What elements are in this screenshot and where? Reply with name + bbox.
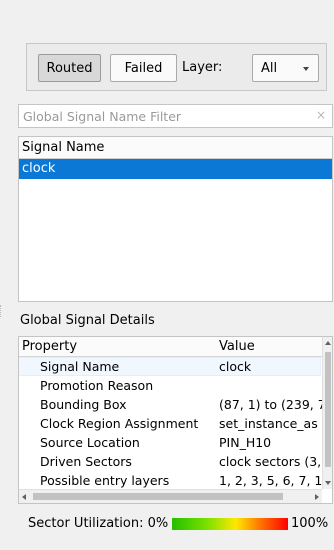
utilization-max-label: 100% [291,516,329,531]
property-cell: Source Location [40,435,140,450]
table-row[interactable]: Possible entry layers 1, 2, 3, 5, 6, 7, … [19,472,330,489]
scroll-up-arrow-icon[interactable] [325,341,331,345]
filter-placeholder: Global Signal Name Filter [23,109,182,124]
signal-name-filter-input[interactable]: Global Signal Name Filter × [18,104,333,128]
chevron-down-icon [303,67,309,71]
routed-button[interactable]: Routed [38,54,101,82]
signal-name-column-header[interactable]: Signal Name [19,137,332,159]
failed-button[interactable]: Failed [110,54,177,82]
property-cell: Clock Region Assignment [40,416,199,431]
route-toolbar: Routed Failed Layer: All [26,43,327,91]
horizontal-scrollbar[interactable] [19,489,322,503]
property-cell: Bounding Box [40,397,127,412]
splitter-handle[interactable] [0,305,6,317]
scroll-right-arrow-icon[interactable] [315,494,319,500]
table-row[interactable]: Driven Sectors clock sectors (3, [19,453,322,470]
value-cell: set_instance_as [219,416,318,431]
details-table: Property Value Signal Name clock Promoti… [18,336,333,504]
utilization-gradient-bar [172,518,288,530]
value-cell: clock [219,359,252,374]
signal-list: Signal Name clock [18,136,333,302]
layer-label: Layer: [182,60,223,75]
signal-row-selected[interactable]: clock [19,159,332,179]
value-cell: clock sectors (3, [219,454,322,469]
property-cell: Possible entry layers [40,473,170,488]
value-cell: PIN_H10 [219,435,272,450]
table-row[interactable]: Source Location PIN_H10 [19,434,320,451]
details-title: Global Signal Details [20,313,155,328]
table-row[interactable]: Bounding Box (87, 1) to (239, 7 [19,396,326,413]
scroll-left-arrow-icon[interactable] [22,494,26,500]
property-cell: Driven Sectors [40,454,132,469]
horizontal-scroll-thumb[interactable] [33,493,283,500]
table-row[interactable]: Signal Name clock [19,357,321,376]
property-cell: Promotion Reason [40,378,154,393]
value-column-header[interactable]: Value [216,337,325,357]
clear-icon[interactable]: × [316,108,326,122]
scroll-down-arrow-icon[interactable] [325,481,331,485]
vertical-scrollbar[interactable] [322,337,332,489]
property-cell: Signal Name [40,359,120,374]
vertical-scroll-thumb[interactable] [325,352,331,467]
table-row[interactable]: Promotion Reason [19,377,320,394]
value-cell: (87, 1) to (239, 7 [219,397,326,412]
value-cell: 1, 2, 3, 5, 6, 7, 10 [219,473,331,488]
layer-select-value: All [261,61,278,76]
sector-utilization-label: Sector Utilization: 0% [28,516,169,531]
layer-select[interactable]: All [252,54,319,82]
table-row[interactable]: Clock Region Assignment set_instance_as [19,415,320,432]
property-column-header[interactable]: Property [19,337,220,357]
